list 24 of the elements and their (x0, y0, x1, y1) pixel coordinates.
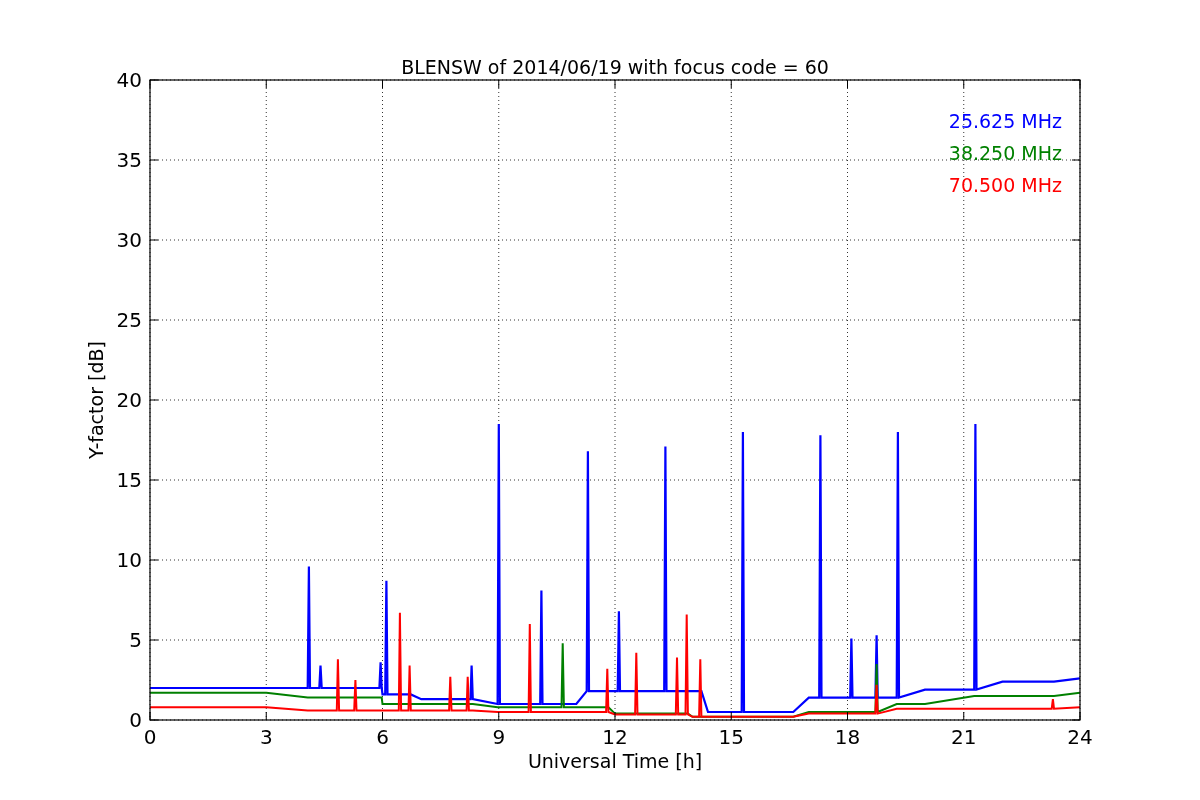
x-axis-label: Universal Time [h] (527, 750, 703, 772)
y-tick-label: 40 (116, 68, 142, 92)
x-tick-label: 24 (1067, 725, 1093, 749)
legend-label: 70.500 MHz (948, 174, 1062, 196)
legend-label: 38.250 MHz (948, 142, 1062, 164)
x-tick-label: 18 (834, 725, 861, 749)
y-tick-label: 10 (116, 548, 142, 572)
x-tick-label: 15 (718, 725, 744, 749)
x-tick-label: 12 (602, 725, 628, 749)
y-tick-label: 5 (129, 628, 142, 652)
y-tick-label: 0 (129, 708, 142, 732)
x-tick-label: 9 (492, 725, 506, 749)
y-tick-label: 20 (116, 388, 142, 412)
y-tick-label: 30 (116, 228, 142, 252)
y-tick-label: 25 (116, 308, 142, 332)
x-tick-label: 3 (259, 725, 273, 749)
y-axis-label: Y-factor [dB] (85, 341, 107, 459)
y-tick-label: 15 (116, 468, 142, 492)
y-tick-label: 35 (116, 148, 142, 172)
legend-label: 25.625 MHz (948, 110, 1062, 132)
chart-title: BLENSW of 2014/06/19 with focus code = 60 (401, 56, 829, 78)
x-tick-label: 21 (951, 725, 977, 749)
x-tick-label: 0 (143, 725, 157, 749)
x-tick-label: 6 (376, 725, 389, 749)
